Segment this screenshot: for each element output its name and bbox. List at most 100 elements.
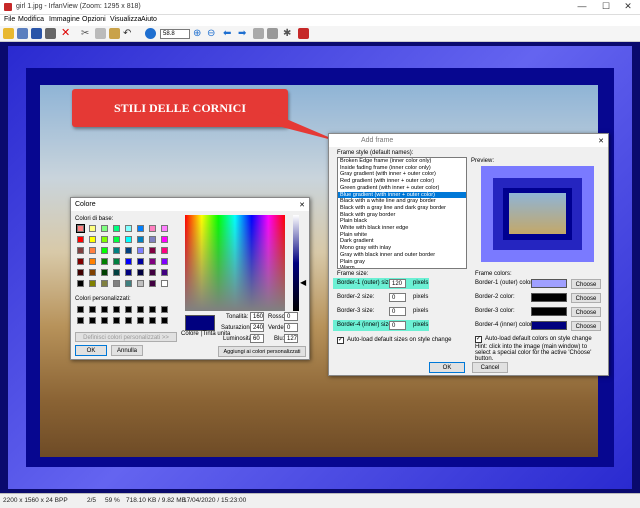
frame-style-item[interactable]: Inside fading frame (inner color only) — [338, 165, 466, 172]
minimize-button[interactable]: — — [572, 1, 592, 14]
red-input[interactable]: 0 — [284, 312, 298, 321]
slideshow-icon[interactable] — [253, 28, 264, 39]
irfanview-icon[interactable] — [298, 28, 309, 39]
menu-edit[interactable]: Modifica — [18, 16, 44, 23]
basic-color-swatch[interactable] — [161, 236, 168, 243]
custom-color-swatch[interactable] — [77, 317, 84, 324]
zoom-in-icon[interactable]: ⊕ — [193, 28, 204, 39]
autoload-sizes-checkbox[interactable]: ✓ — [337, 337, 344, 344]
basic-color-swatch[interactable] — [89, 247, 96, 254]
choose-color-button[interactable]: Choose — [571, 293, 601, 303]
sat-input[interactable]: 240 — [250, 323, 264, 332]
zoom-out-icon[interactable]: ⊖ — [207, 28, 218, 39]
basic-color-swatch[interactable] — [137, 225, 144, 232]
basic-color-swatch[interactable] — [137, 258, 144, 265]
menu-help[interactable]: Aiuto — [141, 16, 157, 23]
menu-options[interactable]: Opzioni — [82, 16, 106, 23]
thumbnails-icon[interactable] — [17, 28, 28, 39]
basic-color-swatch[interactable] — [161, 269, 168, 276]
info-icon[interactable] — [145, 28, 156, 39]
custom-color-swatch[interactable] — [125, 317, 132, 324]
custom-color-swatch[interactable] — [161, 306, 168, 313]
frame-style-item[interactable]: Mono gray with inlay — [338, 245, 466, 252]
basic-color-swatch[interactable] — [125, 258, 132, 265]
basic-color-swatch[interactable] — [137, 280, 144, 287]
frame-style-item[interactable]: Black with a white line and gray border — [338, 198, 466, 205]
custom-color-swatch[interactable] — [125, 306, 132, 313]
basic-color-swatch[interactable] — [161, 280, 168, 287]
basic-color-swatch[interactable] — [161, 225, 168, 232]
custom-color-swatch[interactable] — [101, 317, 108, 324]
frame-style-item[interactable]: Plain white — [338, 232, 466, 239]
copy-icon[interactable] — [95, 28, 106, 39]
green-input[interactable]: 0 — [284, 323, 298, 332]
color-spectrum[interactable] — [185, 215, 285, 311]
custom-color-swatch[interactable] — [101, 306, 108, 313]
menu-view[interactable]: Visualizza — [110, 16, 141, 23]
basic-color-swatch[interactable] — [77, 236, 84, 243]
frame-style-item[interactable]: Dark gradient — [338, 238, 466, 245]
frame-style-item[interactable]: Black with a gray line and dark gray bor… — [338, 205, 466, 212]
custom-color-swatch[interactable] — [161, 317, 168, 324]
frame-ok-button[interactable]: OK — [429, 362, 465, 373]
border-size-input[interactable]: 0 — [389, 307, 406, 316]
frame-style-item[interactable]: Red gradient (with inner + outer color) — [338, 178, 466, 185]
color-cancel-button[interactable]: Annulla — [111, 345, 143, 356]
settings-icon[interactable]: ✱ — [283, 28, 294, 39]
frame-style-item[interactable]: Blue gradient (with inner + outer color) — [338, 191, 466, 199]
border-size-input[interactable]: 120 — [389, 279, 406, 288]
close-button[interactable]: ✕ — [618, 1, 638, 14]
basic-color-swatch[interactable] — [161, 247, 168, 254]
luminosity-bar[interactable] — [293, 215, 299, 311]
choose-color-button[interactable]: Choose — [571, 321, 601, 331]
open-icon[interactable] — [3, 28, 14, 39]
basic-color-swatch[interactable] — [113, 225, 120, 232]
basic-color-swatch[interactable] — [149, 269, 156, 276]
frame-style-item[interactable]: White with black inner edge — [338, 225, 466, 232]
undo-icon[interactable]: ↶ — [123, 28, 134, 39]
border-size-input[interactable]: 0 — [389, 293, 406, 302]
basic-color-swatch[interactable] — [161, 258, 168, 265]
frame-style-item[interactable]: Warm — [338, 265, 466, 268]
basic-color-swatch[interactable] — [125, 269, 132, 276]
color-dialog-close[interactable]: ✕ — [299, 201, 305, 209]
basic-color-swatch[interactable] — [113, 236, 120, 243]
basic-color-swatch[interactable] — [149, 225, 156, 232]
basic-color-swatch[interactable] — [125, 247, 132, 254]
basic-color-swatch[interactable] — [76, 224, 85, 233]
zoom-select[interactable]: 58.8 — [160, 29, 190, 39]
basic-color-swatch[interactable] — [149, 247, 156, 254]
custom-color-swatch[interactable] — [137, 317, 144, 324]
lum-input[interactable]: 60 — [250, 334, 264, 343]
custom-color-swatch[interactable] — [113, 317, 120, 324]
basic-color-swatch[interactable] — [89, 280, 96, 287]
basic-color-swatch[interactable] — [137, 236, 144, 243]
basic-color-swatch[interactable] — [125, 225, 132, 232]
delete-icon[interactable]: ✕ — [61, 28, 72, 39]
basic-color-swatch[interactable] — [77, 280, 84, 287]
add-custom-color-button[interactable]: Aggiungi ai colori personalizzati — [218, 346, 306, 357]
print-icon[interactable] — [45, 28, 56, 39]
frame-style-item[interactable]: Plain black — [338, 218, 466, 225]
basic-color-swatch[interactable] — [149, 258, 156, 265]
frame-style-item[interactable]: Green gradient (with inner + outer color… — [338, 185, 466, 192]
basic-color-swatch[interactable] — [101, 236, 108, 243]
maximize-button[interactable]: ☐ — [596, 1, 616, 14]
basic-color-swatch[interactable] — [89, 225, 96, 232]
basic-color-swatch[interactable] — [101, 247, 108, 254]
custom-color-swatch[interactable] — [89, 306, 96, 313]
save-icon[interactable] — [31, 28, 42, 39]
basic-color-swatch[interactable] — [77, 269, 84, 276]
basic-color-swatch[interactable] — [113, 280, 120, 287]
luminosity-arrow-icon[interactable]: ◀ — [300, 278, 306, 287]
blue-input[interactable]: 127 — [284, 334, 298, 343]
border-size-input[interactable]: 0 — [389, 321, 406, 330]
autoload-colors-checkbox[interactable]: ✓ — [475, 336, 482, 343]
next-icon[interactable]: ➡ — [238, 28, 249, 39]
frame-dialog-close[interactable]: ✕ — [598, 137, 604, 145]
page-icon[interactable] — [267, 28, 278, 39]
basic-color-swatch[interactable] — [125, 236, 132, 243]
frame-style-item[interactable]: Gray gradient (with inner + outer color) — [338, 171, 466, 178]
frame-style-list[interactable]: Broken Edge frame (inner color only) Insi… — [337, 157, 467, 269]
custom-color-swatch[interactable] — [77, 306, 84, 313]
